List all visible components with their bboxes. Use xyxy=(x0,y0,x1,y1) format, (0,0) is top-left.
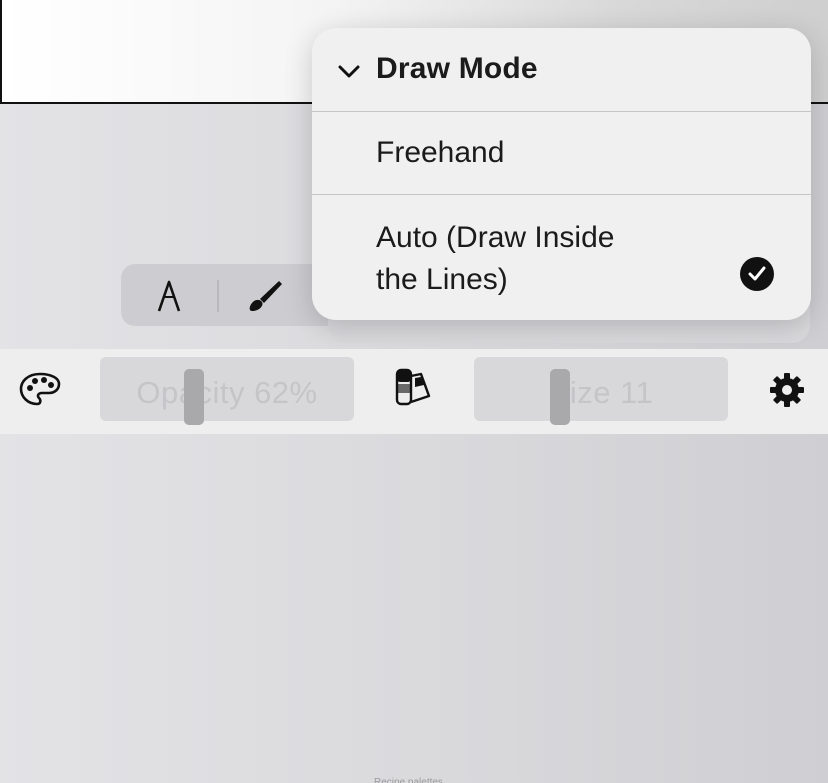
opacity-slider-thumb[interactable] xyxy=(184,369,204,425)
size-slider[interactable]: Size 11 xyxy=(474,357,728,425)
bottom-toolbar: Opacity 62% Recipe palettes Size 11 xyxy=(0,349,828,783)
tool-divider xyxy=(217,280,219,312)
size-slider-thumb[interactable] xyxy=(550,369,570,425)
menu-item-label: Freehand xyxy=(376,136,505,169)
brush-icon[interactable] xyxy=(245,276,285,316)
menu-item-freehand[interactable]: Freehand xyxy=(312,112,811,194)
pencil-tip-icon[interactable] xyxy=(149,276,189,316)
draw-mode-header[interactable]: Draw Mode xyxy=(312,28,811,111)
menu-title: Draw Mode xyxy=(376,52,538,85)
menu-item-auto[interactable]: Auto (Draw Inside the Lines) xyxy=(312,195,811,320)
menu-item-label-line1: Auto (Draw Inside xyxy=(376,221,615,254)
chevron-down-icon xyxy=(336,60,362,82)
color-swatches-icon[interactable] xyxy=(390,365,436,409)
palette-icon[interactable] xyxy=(18,369,62,409)
checkmark-icon xyxy=(740,257,774,291)
gear-icon[interactable] xyxy=(766,369,808,411)
draw-mode-menu: Draw Mode Freehand Auto (Draw Inside the… xyxy=(312,28,811,320)
size-label: Size 11 xyxy=(548,375,654,410)
menu-item-label-line2: the Lines) xyxy=(376,263,508,296)
opacity-slider[interactable]: Opacity 62% xyxy=(100,357,354,425)
swatches-caption: Recipe palettes xyxy=(374,777,443,783)
tool-selector xyxy=(121,264,341,326)
opacity-label: Opacity 62% xyxy=(136,375,318,410)
